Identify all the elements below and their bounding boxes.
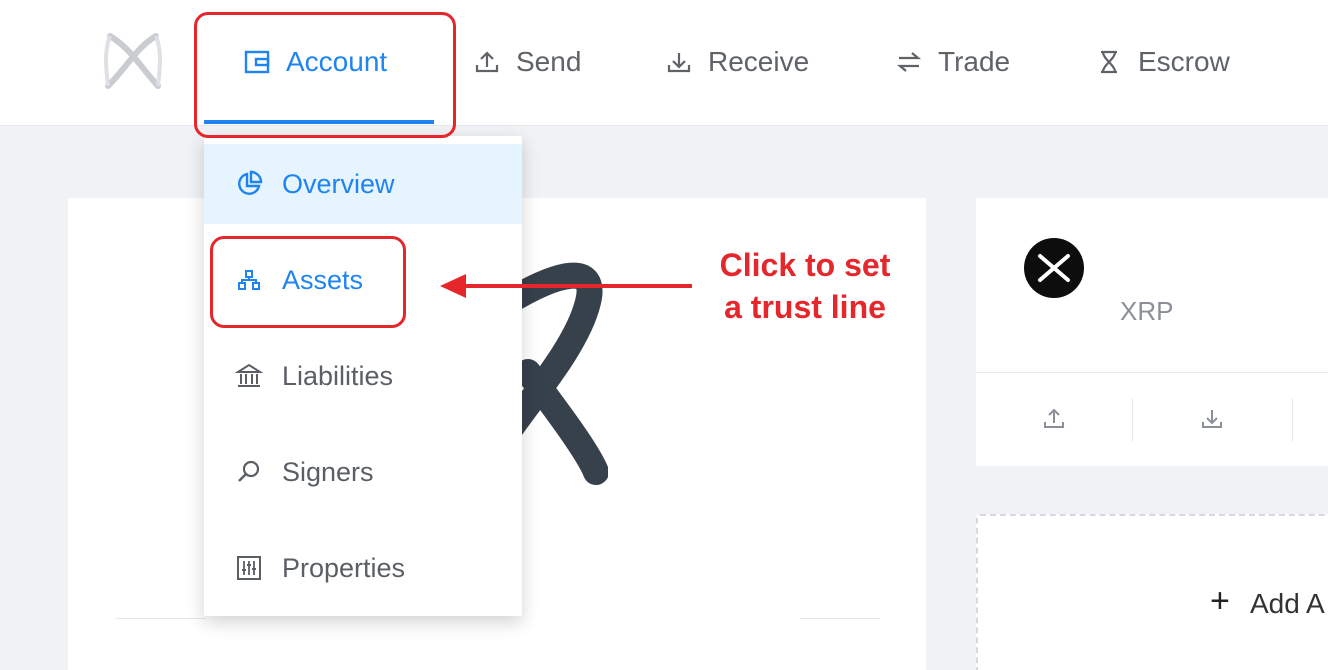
pie-chart-icon [234,169,264,199]
annotation-callout: Click to set a trust line [690,244,920,328]
nav-tab-escrow[interactable]: Escrow [1094,34,1230,90]
key-icon [234,457,264,487]
menu-item-signers[interactable]: Signers [204,432,522,512]
download-icon [664,47,694,77]
app-logo-icon[interactable] [100,28,166,94]
menu-item-overview[interactable]: Overview [204,144,522,224]
nav-tab-receive[interactable]: Receive [664,34,809,90]
menu-item-label: Properties [282,552,406,583]
nav-tab-label: Receive [708,46,810,77]
dropdown-shadow-area [526,480,578,638]
send-asset-button[interactable] [1034,398,1074,438]
annotation-line-1: Click to set [719,247,891,283]
bank-icon [234,361,264,391]
receive-asset-button[interactable] [1192,398,1232,438]
xrp-logo-icon [1024,238,1084,298]
nav-tab-send[interactable]: Send [472,34,581,90]
add-asset-card[interactable]: + Add A [976,514,1328,670]
menu-item-liabilities[interactable]: Liabilities [204,336,522,416]
divider [116,618,206,619]
nav-tab-label: Escrow [1138,46,1230,77]
hourglass-icon [1094,47,1124,77]
menu-item-label: Signers [282,456,374,487]
menu-item-label: Overview [282,168,395,199]
asset-card-xrp[interactable]: XRP [976,198,1328,466]
sliders-icon [234,553,264,583]
add-asset-label: Add A [1250,588,1325,619]
menu-item-label: Liabilities [282,360,394,391]
plus-icon: + [1210,582,1230,620]
annotation-arrow-icon [440,274,692,298]
divider [1132,398,1133,442]
nav-tab-label: Trade [938,46,1011,77]
account-dropdown-menu: Overview Assets Liabilities Signers Prop… [204,136,522,616]
upload-icon [472,47,502,77]
menu-item-properties[interactable]: Properties [204,528,522,608]
nav-tab-trade[interactable]: Trade [894,34,1010,90]
divider [1292,398,1293,442]
annotation-highlight-assets [210,236,406,328]
annotation-highlight-account [194,12,456,138]
upload-icon [1044,408,1064,428]
divider [976,372,1328,373]
annotation-line-2: a trust line [724,289,886,325]
divider [800,618,880,619]
asset-name: XRP [1120,296,1174,326]
download-icon [1202,410,1222,428]
swap-icon [894,47,924,77]
nav-tab-label: Send [516,46,582,77]
